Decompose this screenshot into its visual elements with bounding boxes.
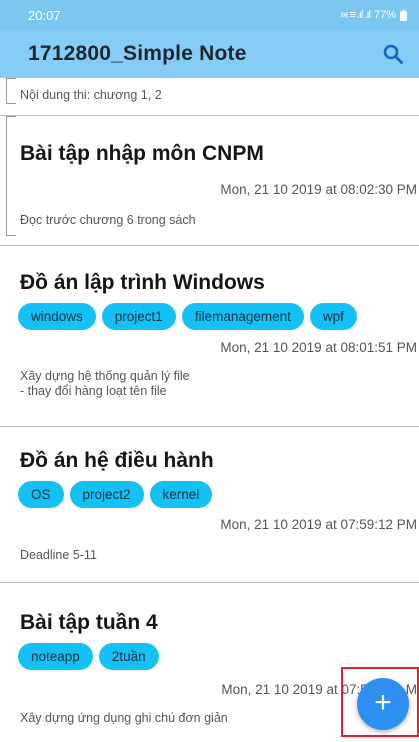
- note-date: Mon, 21 10 2019 at 08:02:30 PM: [220, 182, 417, 197]
- tag-chip[interactable]: kernel: [149, 481, 213, 508]
- tag-chip[interactable]: windows: [18, 303, 96, 330]
- note-title: Bài tập tuần 4: [20, 611, 158, 634]
- signal-icon: »ı ≡ .ıl .ıl: [340, 9, 371, 21]
- tag-list: noteapp 2tuần: [0, 643, 419, 670]
- note-list[interactable]: Nội dung thi: chương 1, 2 Bài tập nhập m…: [0, 78, 419, 742]
- battery-percent: 77%: [373, 9, 396, 21]
- note-item[interactable]: Nội dung thi: chương 1, 2: [0, 78, 419, 116]
- tag-list: windows project1 filemanagement wpf: [0, 303, 419, 330]
- app-title: 1712800_Simple Note: [28, 42, 247, 65]
- tag-chip[interactable]: 2tuần: [98, 643, 159, 670]
- search-icon: [383, 44, 403, 64]
- tag-list: OS project2 kernel: [0, 481, 419, 508]
- note-title: Bài tập nhập môn CNPM: [20, 142, 264, 165]
- fab-highlight-box: +: [341, 667, 419, 737]
- note-date: Mon, 21 10 2019 at 08:01:51 PM: [220, 340, 417, 355]
- note-title: Đồ án hệ điều hành: [20, 449, 214, 472]
- tag-chip[interactable]: filemanagement: [181, 303, 304, 330]
- status-icons: »ı ≡ .ıl .ıl 77%: [340, 9, 407, 21]
- tag-chip[interactable]: project2: [69, 481, 144, 508]
- note-content: Xây dựng hệ thống quản lý file - thay đổ…: [20, 369, 190, 398]
- note-item[interactable]: Đồ án lập trình Windows windows project1…: [0, 246, 419, 427]
- tag-chip[interactable]: wpf: [309, 303, 357, 330]
- note-content: Nội dung thi: chương 1, 2: [20, 88, 162, 102]
- note-content: Deadline 5-11: [20, 548, 97, 562]
- note-group-line: [6, 116, 16, 236]
- battery-icon: [400, 9, 407, 21]
- note-item[interactable]: Bài tập nhập môn CNPM Mon, 21 10 2019 at…: [0, 116, 419, 246]
- note-content: Đọc trước chương 6 trong sách: [20, 213, 196, 227]
- note-item[interactable]: Đồ án hệ điều hành OS project2 kernel Mo…: [0, 427, 419, 583]
- tag-chip[interactable]: noteapp: [18, 643, 93, 670]
- tag-chip[interactable]: project1: [101, 303, 176, 330]
- note-group-line: [6, 78, 16, 104]
- tag-chip[interactable]: OS: [18, 481, 64, 508]
- plus-icon: +: [374, 686, 392, 719]
- status-time: 20:07: [28, 7, 61, 23]
- note-date: Mon, 21 10 2019 at 07:59:12 PM: [220, 517, 417, 532]
- search-button[interactable]: [379, 40, 407, 68]
- status-bar: 20:07 »ı ≡ .ıl .ıl 77%: [0, 0, 419, 30]
- note-title: Đồ án lập trình Windows: [20, 271, 265, 294]
- add-note-button[interactable]: +: [357, 678, 409, 730]
- app-bar: 1712800_Simple Note: [0, 30, 419, 78]
